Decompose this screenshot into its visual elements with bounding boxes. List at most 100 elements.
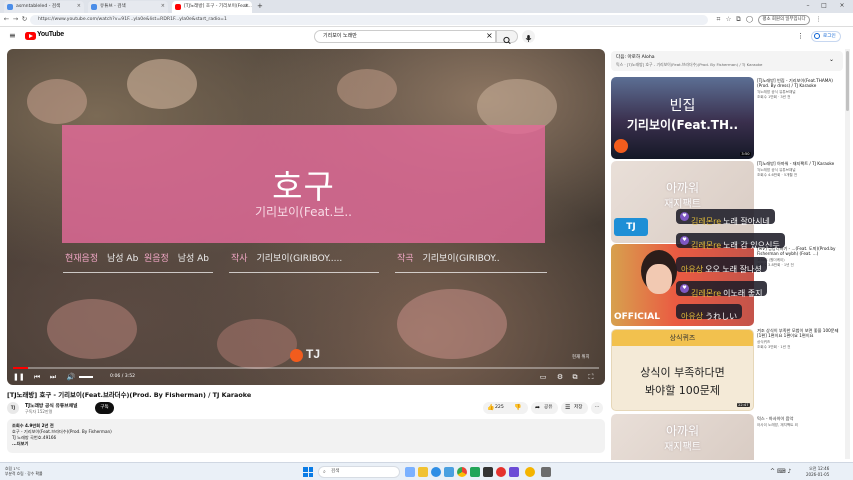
edge-icon[interactable] — [431, 467, 441, 477]
description-box[interactable]: 조회수 4.9만회 2년 전 호구 - 기리보이(Feat.브라더수)(Prod… — [7, 419, 605, 453]
recommended-video-stats: 조회수 3만회 · 1년 전 — [757, 345, 791, 350]
volume-slider[interactable] — [79, 376, 93, 378]
chevron-down-icon[interactable]: ⌄ — [829, 56, 834, 63]
more-actions-icon[interactable]: ⋯ — [591, 402, 603, 414]
flower-blur — [127, 59, 197, 109]
address-bar: ← → ↻ https://www.youtube.com/watch?v=91… — [0, 13, 853, 27]
flower-blur — [47, 299, 137, 359]
reload-icon[interactable]: ↻ — [20, 15, 29, 24]
flower-blur — [27, 79, 87, 124]
scrollbar[interactable] — [845, 49, 850, 459]
recommended-video-thumbnail[interactable]: 아까워 재지팩트 TJ — [611, 161, 754, 243]
new-tab-button[interactable]: + — [255, 1, 265, 13]
subtitles-icon[interactable]: ▭ — [538, 372, 548, 382]
task-view-icon[interactable] — [405, 467, 415, 477]
voice-search-button[interactable] — [522, 30, 535, 43]
search-icon: ⌕ — [323, 469, 326, 475]
youtube-logo-icon[interactable] — [25, 32, 36, 40]
next-icon[interactable]: ⏭ — [48, 372, 58, 382]
thumbnail-subtitle: 재지팩트 — [664, 442, 701, 453]
hamburger-menu-icon[interactable]: ≡ — [9, 31, 16, 41]
close-window-icon[interactable]: × — [834, 0, 850, 12]
recommended-video-info[interactable]: 믹스 - 아사이이 음악 아사이 노래방, 재지팩트 외 — [757, 416, 843, 428]
weather-widget[interactable]: 흐림 1°C 부분적 흐림 · 강수 확률 — [5, 466, 42, 476]
search-icon — [503, 36, 511, 45]
show-more-link[interactable]: ...더보기 — [12, 441, 600, 447]
back-icon[interactable]: ← — [2, 15, 11, 24]
recommended-video-thumbnail[interactable]: 상식퀴즈 상식이 부족하다면 봐야할 100문제 22:47 — [611, 329, 754, 411]
clear-search-icon[interactable]: × — [486, 31, 493, 41]
browser-tab[interactable]: asmntableled - 검색 × — [4, 1, 84, 13]
recommended-video-stats: 조회수 4.6만회 · 5개월 전 — [757, 173, 798, 178]
weather-desc: 부분적 흐림 · 강수 확률 — [5, 471, 43, 476]
youtube-logo-text[interactable]: YouTube — [37, 31, 64, 38]
heart-icon: ♥ — [680, 212, 689, 221]
recommended-video-info[interactable]: [TJ노래방] 아까워 - 재지팩트 / TJ Karaoke TJ노래방 공식… — [757, 161, 843, 178]
close-icon[interactable]: × — [245, 1, 249, 12]
app-icon[interactable] — [483, 467, 493, 477]
translate-icon[interactable]: ⌗ — [714, 15, 723, 24]
fullscreen-icon[interactable]: ⛶ — [586, 372, 596, 382]
browser-tab-active[interactable]: [TJ노래방] 호구 - 기리보이(Feat... × — [172, 1, 252, 13]
channel-name[interactable]: TJ노래방 공식 유튜브채널 — [25, 402, 78, 409]
forward-icon[interactable]: → — [11, 15, 20, 24]
maximize-icon[interactable]: □ — [816, 0, 832, 12]
chat-text: うれしい — [705, 312, 738, 321]
clock-time: 오전 12:46 — [809, 466, 830, 471]
profile-button[interactable]: 평소 회원의 일부입니다 — [758, 15, 810, 25]
file-explorer-icon[interactable] — [418, 467, 428, 477]
chat-nickname: 아유상 — [681, 265, 704, 274]
miniplayer-icon[interactable]: ⧉ — [570, 372, 580, 382]
app-icon[interactable] — [541, 467, 551, 477]
account-icon[interactable]: ◯ — [745, 15, 754, 24]
menu-dots-icon[interactable]: ⋮ — [814, 15, 823, 24]
app-icon[interactable] — [470, 467, 480, 477]
chat-text: 노래 잘아시네 — [723, 217, 770, 226]
channel-avatar[interactable]: TJ — [7, 402, 19, 414]
close-icon[interactable]: × — [161, 1, 165, 12]
channel-subscriber-count: 구독자 152만명 — [25, 409, 53, 414]
store-icon[interactable] — [444, 467, 454, 477]
url-input[interactable]: https://www.youtube.com/watch?v=91F...yl… — [30, 15, 708, 25]
minimize-icon[interactable]: – — [800, 0, 816, 12]
recommended-video-info[interactable]: [TJ노래방] 빈집 - 기리보이(Feat.THAMA)(Prod. By d… — [757, 78, 843, 100]
settings-icon[interactable]: ⚙ — [555, 372, 565, 382]
login-button[interactable]: 로그인 — [811, 31, 841, 42]
tray-icons[interactable]: ^ ⌨ ♪ — [770, 468, 791, 475]
recommended-video-info[interactable]: 겨조 상식이 부족한 모범이 보면 좋을 100문제 [1편] 1편이요 1편이… — [757, 328, 843, 350]
browser-tab[interactable]: 유튜브 - 검색 × — [88, 1, 168, 13]
share-label: 공유 — [544, 405, 553, 410]
taskbar-search[interactable]: ⌕ 검색 — [318, 466, 400, 478]
close-icon[interactable]: × — [77, 1, 81, 12]
settings-dots-icon[interactable]: ⋮ — [797, 32, 804, 41]
volume-icon[interactable]: 🔊 — [66, 372, 76, 382]
composer: 작곡 기리보이(GIRIBOY.. — [397, 254, 500, 264]
app-icon[interactable] — [509, 467, 519, 477]
scrollbar-thumb[interactable] — [846, 51, 849, 111]
divider — [395, 272, 547, 273]
app-icon[interactable] — [525, 467, 535, 477]
search-input[interactable]: 기리보이 노래만 — [314, 30, 496, 43]
like-dislike-button[interactable]: 👍 225 👎 — [483, 402, 528, 414]
thumbnail-tag: 상식퀴즈 — [669, 334, 696, 342]
search-button[interactable] — [496, 30, 518, 45]
song-title: 호구 — [272, 167, 335, 206]
pause-icon[interactable]: ❚❚ — [13, 372, 25, 382]
youtube-favicon-icon — [175, 4, 181, 10]
save-button[interactable]: ☰ 저장 — [561, 402, 588, 414]
system-clock[interactable]: 오전 12:46 2026-01-05 — [806, 466, 829, 477]
recommended-video-thumbnail[interactable]: 아까워 재지팩트 — [611, 414, 754, 460]
extensions-icon[interactable]: ⧉ — [734, 15, 743, 24]
windows-start-icon[interactable] — [303, 467, 313, 477]
up-next-mix-panel[interactable]: 다음: 아로하 Aloha 믹스 · [TJ노래방] 호구 - 기리보이(Fea… — [611, 51, 843, 71]
recommended-video-thumbnail[interactable]: 빈집 기리보이(Feat.TH.. 3:50 — [611, 77, 754, 159]
app-icon[interactable] — [496, 467, 506, 477]
youtube-header: ≡ YouTube 기리보이 노래만 × ⋮ 로그인 — [0, 27, 853, 47]
video-player[interactable]: 호구 기리보이(Feat.브.. 현재음정 남성 Ab 원음정 남성 Ab 작사… — [7, 49, 605, 385]
share-button[interactable]: ➦ 공유 — [531, 402, 558, 414]
heart-icon: ♥ — [680, 236, 689, 245]
chrome-icon[interactable] — [457, 467, 467, 477]
previous-icon[interactable]: ⏮ — [32, 372, 42, 382]
star-icon[interactable]: ☆ — [724, 15, 733, 24]
subscribe-button[interactable]: 구독 — [95, 402, 114, 414]
